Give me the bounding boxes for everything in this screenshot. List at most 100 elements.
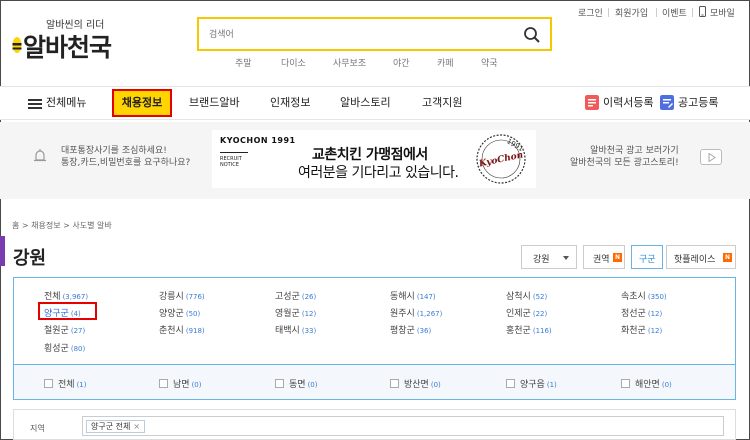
district-count: (52)	[532, 293, 548, 301]
district-name: 속초시	[621, 292, 646, 302]
checkbox[interactable]	[44, 379, 53, 388]
district-count: (776)	[185, 293, 205, 301]
district-count: (12)	[647, 310, 663, 318]
play-icon	[708, 153, 716, 162]
region-select-value: 강원	[533, 255, 550, 265]
district-item[interactable]: 강릉시 (776)	[159, 289, 205, 302]
keyword-link[interactable]: 다이소	[281, 56, 306, 69]
nav-tab-brand[interactable]: 브랜드알바	[189, 86, 240, 120]
divider	[608, 8, 609, 17]
checkbox[interactable]	[159, 379, 168, 388]
district-name: 춘천시	[159, 326, 184, 336]
town-checkbox-item[interactable]: 동면 (0)	[275, 377, 317, 390]
district-item[interactable]: 화천군 (12)	[621, 323, 662, 336]
checkbox[interactable]	[275, 379, 284, 388]
hamburger-icon[interactable]	[28, 99, 42, 109]
login-link[interactable]: 로그인	[578, 6, 603, 19]
nav-tab-talent[interactable]: 인재정보	[270, 86, 310, 120]
town-checkbox-item[interactable]: 방산면 (0)	[390, 377, 441, 390]
district-count: (26)	[301, 293, 317, 301]
district-count: (50)	[185, 310, 201, 318]
district-count: (12)	[647, 327, 663, 335]
district-item[interactable]: 고성군 (26)	[275, 289, 316, 302]
filter-input[interactable]	[82, 416, 724, 436]
district-name: 고성군	[275, 292, 300, 302]
play-button[interactable]	[700, 149, 722, 165]
keyword-link[interactable]: 야간	[393, 56, 410, 69]
district-item[interactable]: 홍천군 (116)	[506, 323, 552, 336]
ad-info-link[interactable]: 알바천국 광고 보러가기 알바천국의 모든 광고스토리!	[570, 145, 679, 169]
district-item[interactable]: 속초시 (350)	[621, 289, 667, 302]
bee-icon	[12, 37, 22, 53]
district-count: (918)	[185, 327, 205, 335]
tab-area-label: 권역	[593, 255, 610, 265]
search-icon[interactable]	[522, 25, 542, 45]
district-name: 횡성군	[44, 344, 69, 354]
ad-subtitle: RECRUIT NOTICE	[220, 156, 242, 168]
town-count: (0)	[661, 381, 672, 389]
post-register-button[interactable]: 공고등록	[678, 86, 718, 120]
district-item[interactable]: 평창군 (36)	[390, 323, 431, 336]
filter-label: 지역	[30, 424, 45, 433]
town-count: (1)	[546, 381, 557, 389]
district-name: 홍천군	[506, 326, 531, 336]
nav-tab-support[interactable]: 고객지원	[422, 86, 462, 120]
fraud-notice-line2: 통장,카드,비밀번호를 요구하나요?	[61, 158, 191, 168]
district-item[interactable]: 동해시 (147)	[390, 289, 436, 302]
town-checkbox-item[interactable]: 전체 (1)	[44, 377, 86, 390]
region-select[interactable]: 강원	[521, 245, 577, 269]
district-name: 화천군	[621, 326, 646, 336]
nav-tab-jobs[interactable]: 채용정보	[112, 89, 172, 117]
tab-hotplace[interactable]: 핫플레이스 N	[666, 245, 736, 269]
fraud-notice[interactable]: 대포통장사기를 조심하세요! 통장,카드,비밀번호를 요구하나요?	[61, 145, 190, 169]
filter-tag[interactable]: 양구군 전체 ×	[86, 420, 146, 433]
logo-text: 알바천국	[23, 33, 112, 62]
ad-banner[interactable]: KYOCHON 1991 RECRUIT NOTICE 교촌치킨 가맹점에서 여…	[212, 130, 536, 188]
checkbox[interactable]	[621, 379, 630, 388]
district-name: 태백시	[275, 326, 300, 336]
town-name: 동면	[289, 380, 306, 390]
nav-tab-story[interactable]: 알바스토리	[340, 86, 391, 120]
event-link[interactable]: 이벤트	[662, 6, 687, 19]
nav-tab-jobs-label: 채용정보	[121, 96, 163, 109]
keyword-link[interactable]: 약국	[481, 56, 498, 69]
district-name: 동해시	[390, 292, 415, 302]
district-item[interactable]: 전체 (3,967)	[44, 289, 88, 302]
tab-area[interactable]: 권역 N	[583, 245, 625, 269]
town-checkbox-item[interactable]: 양구읍 (1)	[506, 377, 557, 390]
checkbox[interactable]	[390, 379, 399, 388]
alarm-bell-icon	[34, 149, 46, 162]
district-item[interactable]: 철원군 (27)	[44, 323, 85, 336]
resume-register-button[interactable]: 이력서등록	[603, 86, 654, 120]
district-name: 강릉시	[159, 292, 184, 302]
district-item[interactable]: 원주시 (1,267)	[390, 306, 442, 319]
district-item[interactable]: 태백시 (33)	[275, 323, 316, 336]
district-item[interactable]: 정선군 (12)	[621, 306, 662, 319]
town-checkbox-item[interactable]: 해안면 (0)	[621, 377, 672, 390]
tab-district[interactable]: 구군	[631, 245, 663, 269]
breadcrumb: 홈 > 채용정보 > 사도별 알바	[12, 221, 112, 230]
mobile-icon	[699, 6, 706, 17]
keyword-link[interactable]: 주말	[235, 56, 252, 69]
keyword-link[interactable]: 카페	[437, 56, 454, 69]
district-count: (12)	[301, 310, 317, 318]
district-item[interactable]: 영월군 (12)	[275, 306, 316, 319]
keyword-link[interactable]: 사무보조	[333, 56, 366, 69]
fraud-notice-line1: 대포통장사기를 조심하세요!	[61, 146, 167, 156]
town-checkbox-item[interactable]: 남면 (0)	[159, 377, 201, 390]
search-input[interactable]	[209, 27, 499, 43]
close-icon[interactable]: ×	[133, 422, 140, 431]
town-name: 해안면	[635, 380, 660, 390]
mobile-link[interactable]: 모바일	[710, 6, 735, 19]
district-count: (36)	[416, 327, 432, 335]
signup-link[interactable]: 회원가입	[615, 6, 648, 19]
district-item[interactable]: 횡성군 (80)	[44, 341, 85, 354]
district-item[interactable]: 춘천시 (918)	[159, 323, 205, 336]
district-item[interactable]: 양양군 (50)	[159, 306, 200, 319]
all-menu-button[interactable]: 전체메뉴	[46, 86, 86, 120]
district-count: (27)	[70, 327, 86, 335]
checkbox[interactable]	[506, 379, 515, 388]
district-name: 정선군	[621, 309, 646, 319]
district-item[interactable]: 삼척시 (52)	[506, 289, 547, 302]
district-item[interactable]: 인제군 (22)	[506, 306, 547, 319]
